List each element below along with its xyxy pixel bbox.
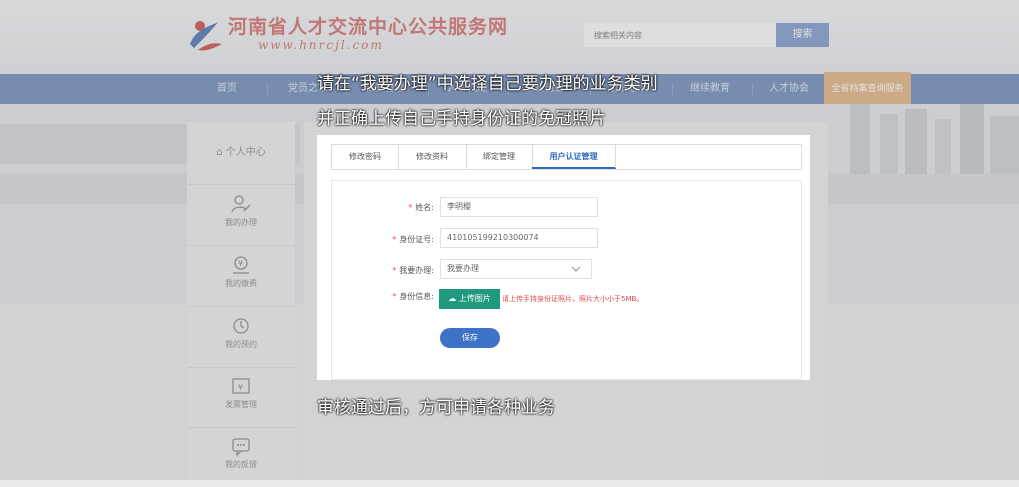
tutorial-caption: 请在“我要办理”中选择自己要办理的业务类别 <box>317 74 658 94</box>
required-mark: * <box>392 266 397 275</box>
name-label: * 姓名: <box>354 202 434 213</box>
id-info-label-text: 身份信息: <box>399 292 434 301</box>
required-mark: * <box>392 235 397 244</box>
id-number-label: * 身份证号: <box>354 234 434 245</box>
required-mark: * <box>408 203 413 212</box>
name-label-text: 姓名: <box>415 203 434 212</box>
tab-edit-profile[interactable]: 修改资料 <box>398 145 467 169</box>
handle-label-text: 我要办理: <box>399 266 434 275</box>
name-field[interactable]: 李明樱 <box>440 197 598 217</box>
cloud-upload-icon: ☁ <box>448 294 457 303</box>
id-number-field[interactable]: 410105199210300074 <box>440 228 598 248</box>
handle-select-value: 我要办理 <box>447 264 479 273</box>
save-button[interactable]: 保存 <box>440 328 500 348</box>
tab-binding[interactable]: 绑定管理 <box>466 145 533 169</box>
upload-image-button[interactable]: ☁ 上传图片 <box>439 289 500 309</box>
tutorial-caption: 审核通过后，方可申请各种业务 <box>317 398 555 418</box>
id-number-label-text: 身份证号: <box>399 235 434 244</box>
tab-change-password[interactable]: 修改密码 <box>332 145 399 169</box>
tutorial-caption: 并正确上传自己手持身份证的免冠照片 <box>317 109 606 129</box>
required-mark: * <box>392 292 397 301</box>
upload-hint: 请上传手持身份证照片，照片大小小于5MB。 <box>502 295 644 303</box>
handle-select[interactable]: 我要办理 <box>440 259 592 279</box>
handle-label: * 我要办理: <box>354 265 434 276</box>
upload-button-label: 上传图片 <box>458 294 491 303</box>
tab-user-auth[interactable]: 用户认证管理 <box>532 145 616 169</box>
id-info-label: * 身份信息: <box>354 291 434 302</box>
settings-tabs: 修改密码 修改资料 绑定管理 用户认证管理 <box>331 144 802 170</box>
chevron-down-icon <box>571 266 581 272</box>
